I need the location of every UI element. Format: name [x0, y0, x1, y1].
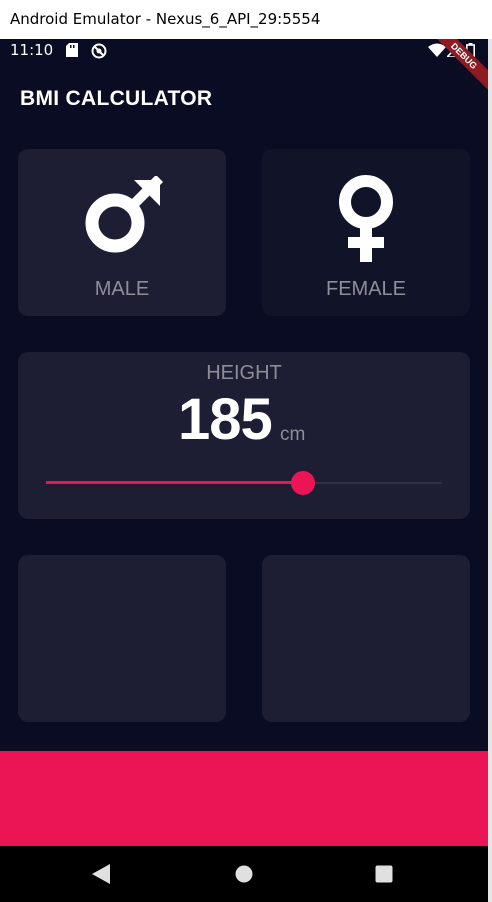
- height-slider-thumb[interactable]: [291, 471, 316, 495]
- recents-icon[interactable]: [375, 864, 393, 889]
- male-card[interactable]: MALE: [18, 149, 226, 316]
- male-label: MALE: [94, 278, 150, 300]
- female-label: FEMALE: [325, 278, 407, 300]
- emulator-frame-edge: [488, 39, 492, 902]
- female-card[interactable]: FEMALE: [262, 149, 470, 316]
- home-icon[interactable]: [235, 864, 253, 889]
- sd-card-icon: [66, 43, 78, 62]
- height-unit: cm: [280, 424, 306, 445]
- height-card: HEIGHT 185 cm: [18, 352, 470, 519]
- height-value: 185: [178, 387, 273, 452]
- height-slider-active-track: [46, 481, 304, 484]
- window-title: Android Emulator - Nexus_6_API_29:5554: [10, 10, 321, 28]
- calculate-button[interactable]: [0, 751, 488, 846]
- android-nav-bar: [0, 846, 488, 902]
- status-time: 11:10: [10, 41, 54, 59]
- mars-icon: [84, 174, 164, 259]
- back-icon[interactable]: [92, 864, 110, 889]
- venus-icon: [338, 173, 394, 270]
- sync-icon: [91, 43, 107, 64]
- weight-card: [18, 555, 226, 722]
- status-bar: 11:10 DEBUG: [0, 39, 488, 97]
- emulator-title-bar: Android Emulator - Nexus_6_API_29:5554: [0, 0, 492, 39]
- height-label: HEIGHT: [206, 362, 282, 384]
- age-card: [262, 555, 470, 722]
- phone-screen: 11:10 DEBUG BMI CALCULATOR MALE FEMALE H…: [0, 39, 488, 902]
- app-title: BMI CALCULATOR: [20, 87, 213, 110]
